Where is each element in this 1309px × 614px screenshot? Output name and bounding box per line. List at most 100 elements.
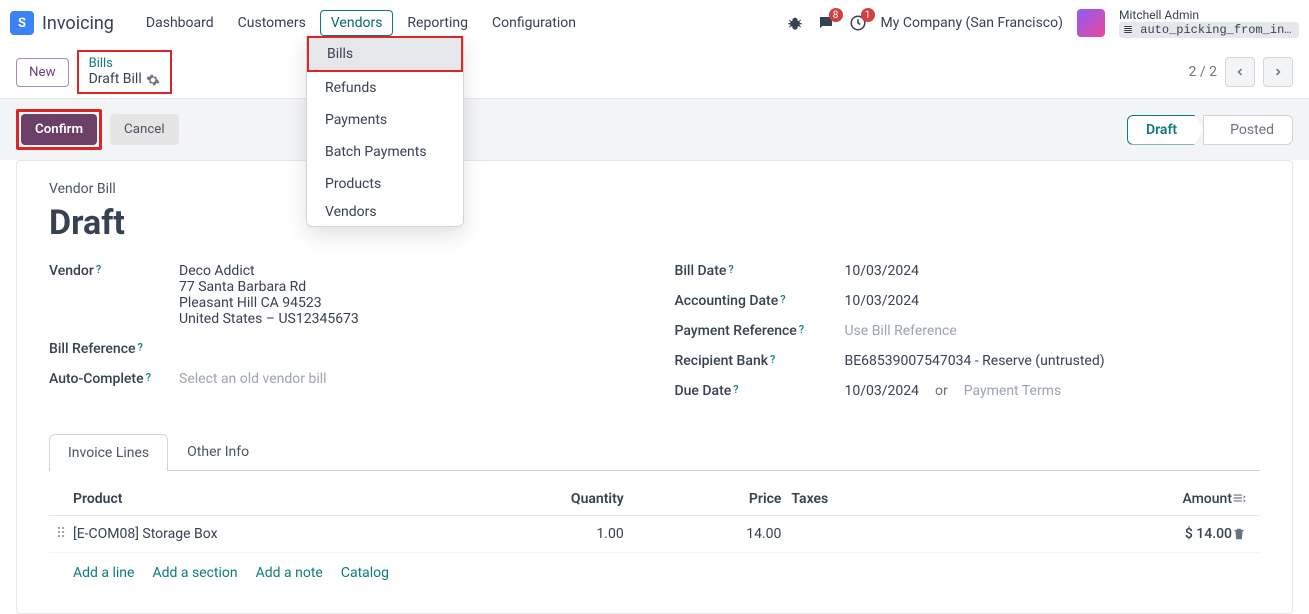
- status-posted[interactable]: Posted: [1203, 115, 1293, 145]
- acct-date-field[interactable]: 10/03/2024: [845, 293, 1261, 309]
- help-icon[interactable]: ?: [770, 353, 775, 366]
- section-label: Vendor Bill: [49, 181, 1260, 197]
- due-date-field[interactable]: 10/03/2024: [845, 383, 920, 399]
- col-taxes: Taxes: [791, 491, 1066, 507]
- topbar-right: 8 1 My Company (San Francisco) Mitchell …: [787, 8, 1299, 39]
- add-note[interactable]: Add a note: [256, 565, 323, 581]
- top-nav: S Invoicing Dashboard Customers Vendors …: [0, 0, 1309, 46]
- user-menu[interactable]: Mitchell Admin auto_picking_from_invoic…: [1119, 8, 1299, 39]
- dropdown-payments[interactable]: Payments: [307, 104, 463, 136]
- dropdown-batch-payments[interactable]: Batch Payments: [307, 136, 463, 168]
- gear-icon[interactable]: [146, 73, 160, 87]
- action-bar: Confirm Cancel Draft Posted: [0, 98, 1309, 160]
- app-icon[interactable]: S: [10, 11, 34, 35]
- dropdown-vendors[interactable]: Vendors: [307, 200, 463, 226]
- pager-next[interactable]: [1263, 57, 1293, 87]
- breadcrumb-current: Draft Bill: [89, 71, 160, 88]
- chevron-left-icon: [1234, 66, 1246, 78]
- bank-field[interactable]: BE68539007547034 - Reserve (untrusted): [845, 353, 1261, 369]
- dropdown-bills[interactable]: Bills: [309, 38, 461, 70]
- form-right-column: Bill Date? 10/03/2024 Accounting Date? 1…: [675, 263, 1261, 413]
- dropdown-refunds[interactable]: Refunds: [307, 72, 463, 104]
- autocomplete-label: Auto-Complete: [49, 371, 144, 387]
- vendor-label: Vendor: [49, 263, 94, 279]
- bill-date-field[interactable]: 10/03/2024: [845, 263, 1261, 279]
- pay-ref-label: Payment Reference: [675, 323, 797, 339]
- col-qty: Quantity: [486, 491, 644, 507]
- line-amount: $ 14.00: [1067, 526, 1232, 542]
- help-icon[interactable]: ?: [733, 383, 738, 396]
- app-name[interactable]: Invoicing: [42, 13, 114, 34]
- nav-reporting[interactable]: Reporting: [397, 11, 478, 35]
- help-icon[interactable]: ?: [146, 371, 151, 384]
- delete-line-icon[interactable]: [1232, 527, 1260, 541]
- activities-badge: 1: [861, 8, 875, 22]
- add-section[interactable]: Add a section: [152, 565, 237, 581]
- add-row: Add a line Add a section Add a note Cata…: [49, 553, 1260, 593]
- vendors-dropdown: Bills Refunds Payments Batch Payments Pr…: [306, 36, 464, 227]
- help-icon[interactable]: ?: [728, 263, 733, 276]
- bill-date-label: Bill Date: [675, 263, 727, 279]
- nav-vendors[interactable]: Vendors: [320, 10, 394, 36]
- col-price: Price: [644, 491, 792, 507]
- tab-invoice-lines[interactable]: Invoice Lines: [49, 434, 168, 471]
- autocomplete-field[interactable]: Select an old vendor bill: [179, 371, 635, 387]
- form-left-column: Vendor? Deco Addict 77 Santa Barbara Rd …: [49, 263, 635, 413]
- new-button[interactable]: New: [16, 58, 69, 87]
- help-icon[interactable]: ?: [96, 263, 101, 276]
- or-text: or: [935, 383, 948, 399]
- tab-other-info[interactable]: Other Info: [168, 433, 268, 470]
- messages-badge: 8: [829, 8, 843, 22]
- col-product: Product: [73, 491, 486, 507]
- user-db: auto_picking_from_invoic…: [1119, 22, 1299, 38]
- dropdown-products[interactable]: Products: [307, 168, 463, 200]
- avatar[interactable]: [1077, 9, 1105, 37]
- status-bar: Draft Posted: [1127, 115, 1293, 145]
- bug-icon[interactable]: [787, 15, 803, 31]
- user-name: Mitchell Admin: [1119, 8, 1299, 22]
- nav-customers[interactable]: Customers: [228, 11, 316, 35]
- drag-handle-icon[interactable]: ⠿: [49, 526, 73, 542]
- payment-terms-field[interactable]: Payment Terms: [964, 383, 1061, 399]
- confirm-highlight: Confirm: [16, 109, 102, 150]
- due-date-label: Due Date: [675, 383, 732, 399]
- line-product[interactable]: [E-COM08] Storage Box: [73, 526, 486, 542]
- form-sheet: Vendor Bill Draft Vendor? Deco Addict 77…: [16, 160, 1293, 614]
- record-title: Draft: [49, 203, 1260, 243]
- help-icon[interactable]: ?: [138, 341, 143, 354]
- breadcrumb: Bills Draft Bill: [77, 50, 172, 94]
- table-row[interactable]: ⠿ [E-COM08] Storage Box 1.00 14.00 $ 14.…: [49, 516, 1260, 553]
- cancel-button[interactable]: Cancel: [110, 114, 179, 145]
- vendor-field[interactable]: Deco Addict 77 Santa Barbara Rd Pleasant…: [179, 263, 635, 327]
- table-header: Product Quantity Price Taxes Amount: [49, 483, 1260, 516]
- company-switcher[interactable]: My Company (San Francisco): [881, 15, 1063, 31]
- sub-bar: New Bills Draft Bill 2 / 2: [0, 46, 1309, 98]
- help-icon[interactable]: ?: [799, 323, 804, 336]
- nav-configuration[interactable]: Configuration: [482, 11, 586, 35]
- activities-icon[interactable]: 1: [849, 14, 867, 32]
- due-date-row: 10/03/2024 or Payment Terms: [845, 383, 1261, 399]
- columns-options-icon[interactable]: [1232, 491, 1260, 507]
- dropdown-bills-highlight-wrap: Bills: [307, 36, 463, 72]
- catalog-link[interactable]: Catalog: [341, 565, 389, 581]
- messages-icon[interactable]: 8: [817, 14, 835, 32]
- add-line[interactable]: Add a line: [73, 565, 134, 581]
- acct-date-label: Accounting Date: [675, 293, 779, 309]
- line-price[interactable]: 14.00: [644, 526, 792, 542]
- line-qty[interactable]: 1.00: [486, 526, 644, 542]
- pager-text: 2 / 2: [1189, 64, 1217, 80]
- col-amount: Amount: [1067, 491, 1232, 507]
- help-icon[interactable]: ?: [780, 293, 785, 306]
- pay-ref-field[interactable]: Use Bill Reference: [845, 323, 1261, 339]
- status-draft[interactable]: Draft: [1127, 115, 1204, 145]
- invoice-lines-table: Product Quantity Price Taxes Amount ⠿ [E…: [49, 483, 1260, 593]
- bill-ref-label: Bill Reference: [49, 341, 136, 357]
- nav-dashboard[interactable]: Dashboard: [136, 11, 224, 35]
- pager-prev[interactable]: [1225, 57, 1255, 87]
- confirm-button[interactable]: Confirm: [21, 114, 97, 145]
- chevron-right-icon: [1272, 66, 1284, 78]
- tabs: Invoice Lines Other Info: [49, 433, 1260, 471]
- breadcrumb-parent[interactable]: Bills: [89, 56, 160, 72]
- bill-ref-field[interactable]: [179, 341, 635, 357]
- pager: 2 / 2: [1189, 57, 1293, 87]
